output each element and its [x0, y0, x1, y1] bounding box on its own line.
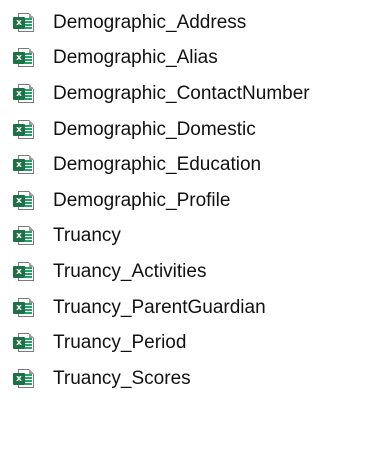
- file-name: Truancy: [53, 225, 121, 247]
- excel-file-icon: x: [13, 333, 35, 353]
- file-item-demographic-domestic[interactable]: x Demographic_Domestic: [0, 112, 376, 148]
- excel-file-icon: x: [13, 119, 35, 140]
- excel-file-icon: x: [13, 261, 35, 282]
- file-name: Demographic_Address: [53, 11, 247, 33]
- file-item-truancy-parentguardian[interactable]: x Truancy_ParentGuardian: [0, 290, 376, 326]
- file-name: Demographic_Education: [53, 154, 262, 176]
- file-name: Truancy_Period: [53, 332, 187, 354]
- file-item-demographic-alias[interactable]: x Demographic_Alias: [0, 41, 376, 77]
- file-item-demographic-address[interactable]: x Demographic_Address: [0, 5, 376, 41]
- excel-file-icon: x: [13, 83, 35, 104]
- file-item-demographic-profile[interactable]: x Demographic_Profile: [0, 183, 376, 219]
- excel-file-icon: x: [13, 48, 35, 68]
- excel-file-icon: x: [13, 12, 35, 33]
- file-name: Demographic_Domestic: [53, 118, 256, 140]
- file-item-demographic-education[interactable]: x Demographic_Education: [0, 147, 376, 183]
- excel-file-icon: x: [13, 226, 35, 246]
- excel-file-icon: x: [13, 368, 35, 389]
- file-name: Truancy_Scores: [53, 367, 191, 389]
- file-name: Demographic_ContactNumber: [53, 82, 310, 104]
- file-list: x Demographic_Address x Demographic_Alia…: [0, 0, 376, 461]
- file-name: Demographic_Alias: [53, 47, 218, 69]
- file-item-demographic-contactnumber[interactable]: x Demographic_ContactNumber: [0, 76, 376, 112]
- file-item-truancy-activities[interactable]: x Truancy_Activities: [0, 254, 376, 290]
- file-item-truancy-period[interactable]: x Truancy_Period: [0, 325, 376, 361]
- excel-file-icon: x: [13, 155, 35, 175]
- file-item-truancy-scores[interactable]: x Truancy_Scores: [0, 361, 376, 397]
- excel-file-icon: x: [13, 190, 35, 211]
- excel-file-icon: x: [13, 297, 35, 318]
- file-name: Truancy_ParentGuardian: [53, 296, 266, 318]
- file-name: Truancy_Activities: [53, 260, 207, 282]
- file-name: Demographic_Profile: [53, 189, 231, 211]
- file-item-truancy[interactable]: x Truancy: [0, 219, 376, 255]
